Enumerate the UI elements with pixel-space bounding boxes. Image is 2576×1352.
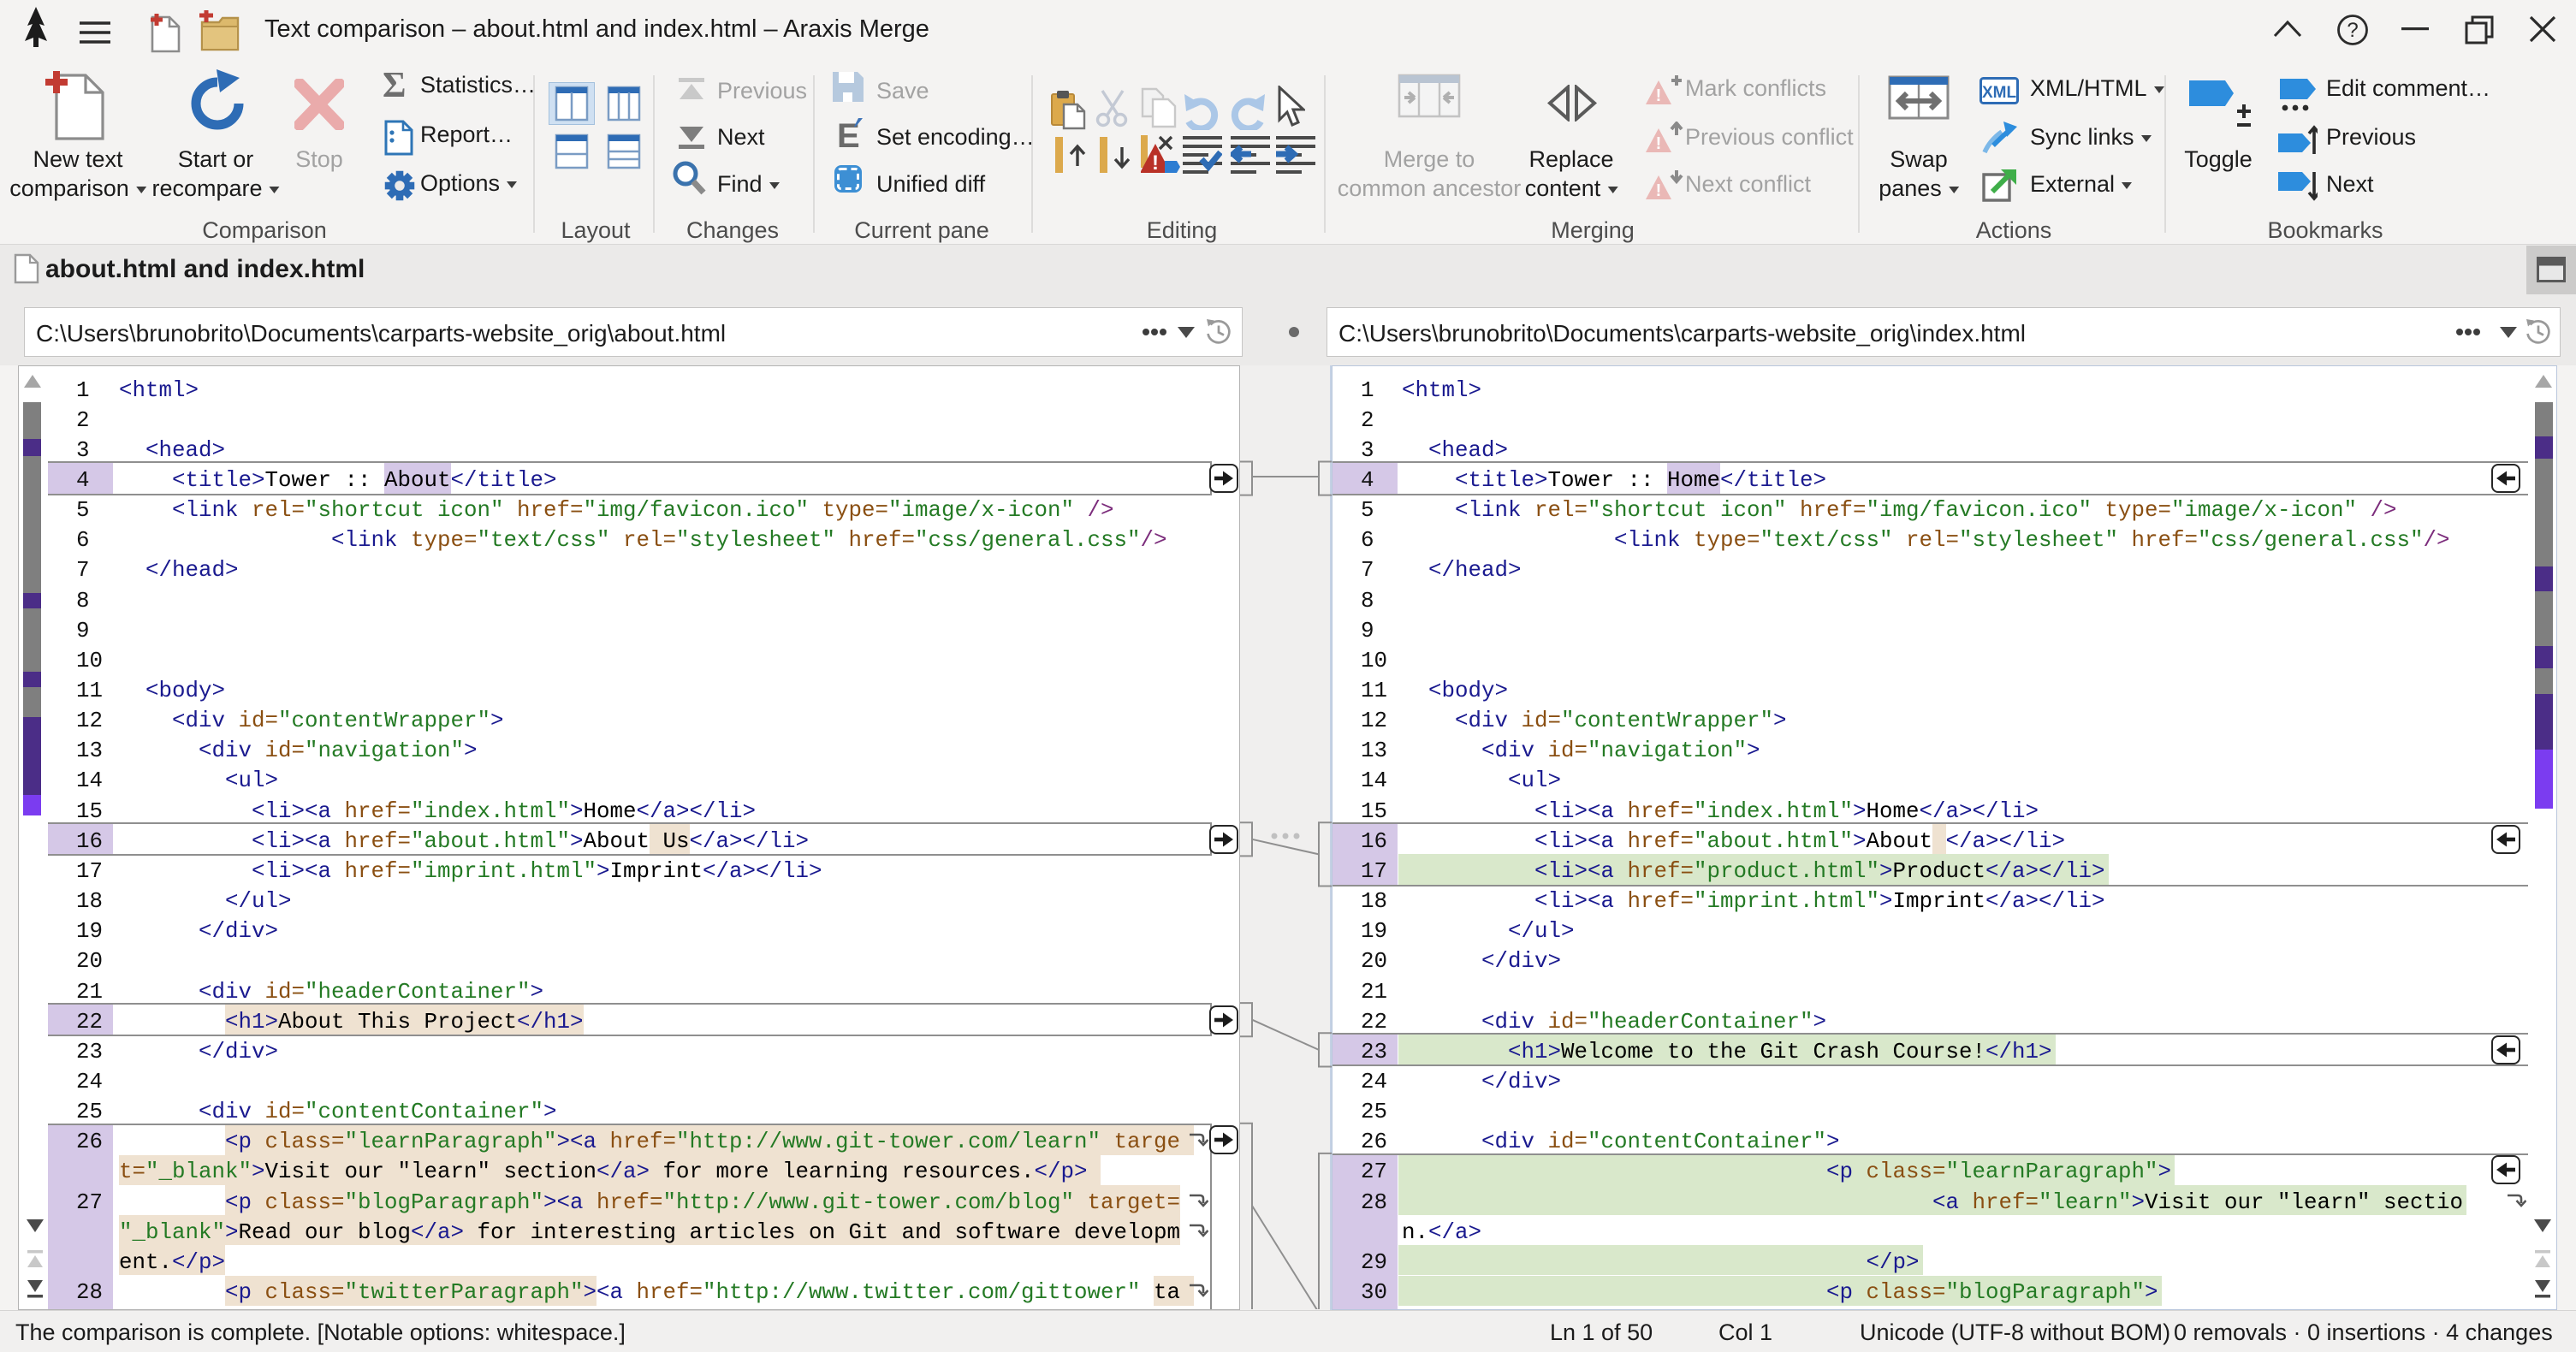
svg-text:!: !	[1656, 86, 1662, 105]
svg-text:!: !	[1152, 151, 1159, 175]
svg-text:?: ?	[2347, 19, 2358, 42]
svg-text:!: !	[1656, 134, 1662, 153]
svg-text:!: !	[1656, 181, 1662, 200]
svg-text:XML: XML	[1982, 84, 2017, 102]
